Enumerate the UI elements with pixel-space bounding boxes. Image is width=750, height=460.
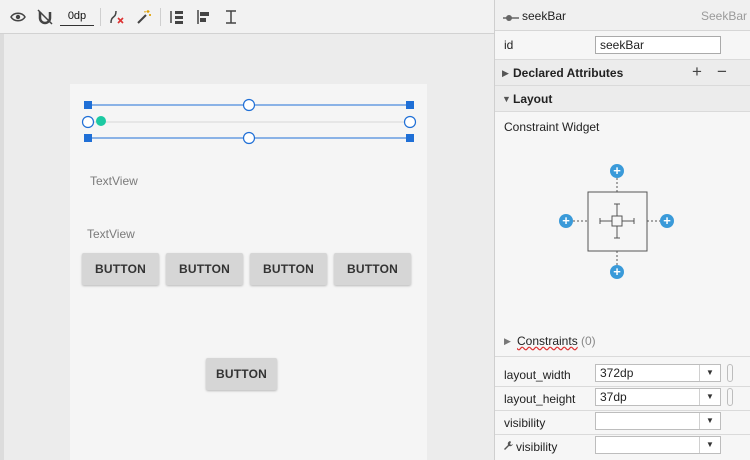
layout-title: Layout [513,92,553,106]
component-type: SeekBar [700,9,747,23]
chevron-down-icon[interactable]: ▼ [699,413,720,429]
constraint-widget-label: Constraint Widget [504,120,600,134]
default-margin-field[interactable]: 0dp [60,9,94,26]
layout-width-dropdown[interactable]: 372dp ▼ [595,364,721,382]
constraints-label[interactable]: Constraints [517,334,578,348]
layout-width-value: 372dp [600,366,634,380]
divider [495,434,750,435]
add-top-constraint-icon[interactable]: + [610,164,624,178]
add-right-constraint-icon[interactable]: + [660,214,674,228]
divider [495,410,750,411]
expand-down-icon: ▼ [502,94,511,104]
remove-attribute-button[interactable]: − [717,62,727,82]
eye-icon[interactable] [8,7,28,27]
constraints-count: (0) [581,334,596,348]
width-mode-toggle[interactable] [727,364,733,382]
height-mode-toggle[interactable] [727,388,733,406]
declared-attributes-title: Declared Attributes [513,66,624,80]
tools-visibility-dropdown[interactable]: ▼ [595,436,721,454]
panel-header: seekBar SeekBar [495,0,750,31]
divider [495,111,750,112]
attr-layout-width-label: layout_width [504,368,571,382]
add-left-constraint-icon[interactable]: + [559,214,573,228]
button-bottom[interactable]: BUTTON [206,358,277,390]
attr-visibility-label: visibility [504,416,546,430]
textview-1[interactable]: TextView [90,174,138,188]
magnet-off-icon[interactable] [35,7,55,27]
declared-attributes-header[interactable]: ▶ Declared Attributes + − [495,60,750,85]
component-name: seekBar [522,9,567,23]
button-1[interactable]: BUTTON [82,253,159,285]
chevron-down-icon[interactable]: ▼ [699,389,720,405]
id-label: id [504,38,514,52]
seekbar-selection[interactable] [70,84,427,154]
attributes-panel: seekBar SeekBar id seekBar ▶ Declared At… [494,0,750,460]
toolbar-separator [100,8,101,26]
button-3[interactable]: BUTTON [250,253,327,285]
attr-layout-height-label: layout_height [504,392,576,406]
device-screen[interactable]: TextView TextView BUTTON BUTTON BUTTON B… [70,84,427,460]
chevron-down-icon[interactable]: ▼ [699,437,720,453]
button-2[interactable]: BUTTON [166,253,243,285]
seekbar-thumb[interactable] [96,116,106,126]
add-attribute-button[interactable]: + [692,62,702,82]
toolbar-separator [160,8,161,26]
distribute-icon[interactable] [167,7,187,27]
wrench-icon [503,440,513,454]
seekbar-icon [503,11,519,25]
textview-2[interactable]: TextView [87,227,135,241]
divider [495,386,750,387]
design-toolbar: 0dp [0,0,494,34]
attr-tools-visibility-label: visibility [516,440,558,454]
magic-wand-icon[interactable] [134,7,154,27]
chevron-down-icon[interactable]: ▼ [699,365,720,381]
visibility-dropdown[interactable]: ▼ [595,412,721,430]
align-icon[interactable] [194,7,214,27]
id-input[interactable]: seekBar [595,36,721,54]
button-4[interactable]: BUTTON [334,253,411,285]
canvas-left-edge [0,34,4,460]
guidelines-icon[interactable] [221,7,241,27]
layout-height-value: 37dp [600,390,627,404]
layout-header[interactable]: ▼ Layout [495,86,750,111]
collapse-right-icon: ▶ [502,68,509,78]
divider [495,356,750,357]
collapse-right-icon: ▶ [504,336,511,346]
add-bottom-constraint-icon[interactable]: + [610,265,624,279]
clear-constraints-icon[interactable] [107,7,127,27]
layout-height-dropdown[interactable]: 37dp ▼ [595,388,721,406]
